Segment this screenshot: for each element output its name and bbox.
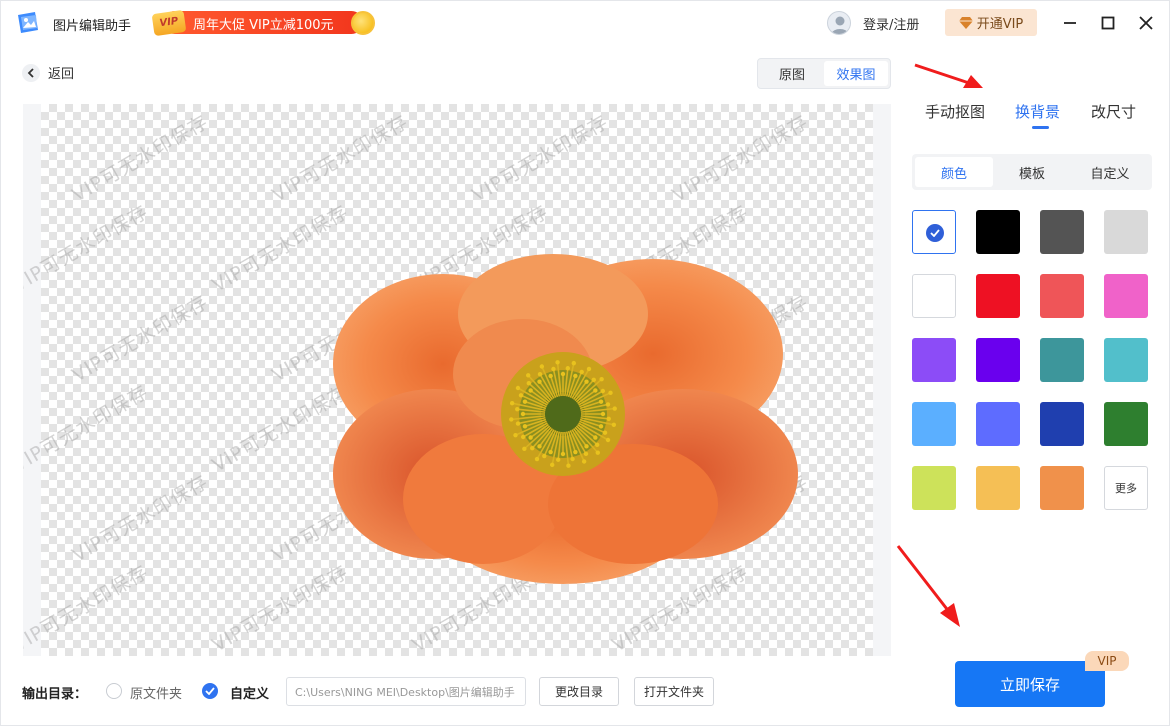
color-swatch[interactable] (912, 274, 956, 318)
view-result-tab[interactable]: 效果图 (824, 61, 888, 86)
tab-change-background[interactable]: 换背景 (1015, 101, 1060, 122)
back-button[interactable]: 返回 (22, 63, 74, 82)
maximize-icon (1101, 16, 1115, 30)
view-original-tab[interactable]: 原图 (760, 61, 824, 86)
arrow-annotation-icon (896, 545, 960, 627)
back-label: 返回 (48, 67, 75, 82)
check-icon (205, 687, 215, 695)
tab-manual-cutout[interactable]: 手动抠图 (925, 101, 985, 122)
radio-original-folder[interactable] (106, 683, 122, 699)
promo-banner[interactable]: VIP 周年大促 VIP立减100元 (151, 9, 375, 37)
maximize-button[interactable] (1096, 11, 1120, 35)
background-subtabs: 颜色 模板 自定义 (912, 154, 1152, 190)
title-bar: 图片编辑助手 VIP 周年大促 VIP立减100元 登录/注册 开通VIP (1, 1, 1170, 45)
close-icon (1139, 16, 1153, 30)
minimize-button[interactable] (1058, 11, 1082, 35)
color-swatch[interactable] (976, 210, 1020, 254)
color-swatch[interactable] (976, 338, 1020, 382)
app-logo-icon (18, 12, 38, 33)
color-swatch[interactable] (1104, 274, 1148, 318)
app-window: 图片编辑助手 VIP 周年大促 VIP立减100元 登录/注册 开通VIP 返回… (0, 0, 1170, 726)
subtab-template[interactable]: 模板 (993, 157, 1071, 187)
radio-custom-folder[interactable] (202, 683, 218, 699)
color-swatch[interactable] (912, 402, 956, 446)
color-swatch[interactable] (976, 466, 1020, 510)
save-vip-badge: VIP (1085, 651, 1129, 671)
open-vip-button[interactable]: 开通VIP (945, 9, 1037, 36)
subtab-color[interactable]: 颜色 (915, 157, 993, 187)
color-swatch[interactable] (1040, 274, 1084, 318)
color-swatch[interactable] (912, 466, 956, 510)
color-swatch[interactable] (1104, 402, 1148, 446)
color-swatch[interactable] (1040, 402, 1084, 446)
more-colors-button[interactable]: 更多 (1104, 466, 1148, 510)
color-swatch[interactable] (976, 402, 1020, 446)
chevron-left-icon (22, 63, 40, 82)
diamond-icon (958, 16, 973, 29)
color-swatch[interactable] (912, 210, 956, 254)
change-dir-button[interactable]: 更改目录 (539, 677, 619, 706)
output-dir-label: 输出目录： (22, 687, 88, 702)
coin-icon (351, 11, 375, 35)
tab-resize[interactable]: 改尺寸 (1091, 101, 1136, 122)
open-folder-button[interactable]: 打开文件夹 (634, 677, 714, 706)
image-canvas[interactable]: VIP可无水印保存 VIP可无水印保存 VIP可无水印保存 VIP可无水印保存 VIP可… (23, 104, 891, 656)
subtab-custom[interactable]: 自定义 (1071, 157, 1149, 187)
user-avatar-icon[interactable] (827, 11, 851, 35)
open-vip-label: 开通VIP (976, 17, 1024, 32)
radio-original-folder-label: 原文件夹 (130, 687, 183, 702)
color-swatch[interactable] (1040, 466, 1084, 510)
app-title: 图片编辑助手 (53, 19, 132, 34)
arrow-annotation-icon (914, 63, 983, 88)
color-swatch[interactable] (912, 338, 956, 382)
view-toggle: 原图 效果图 (757, 58, 891, 89)
color-swatch[interactable] (1040, 210, 1084, 254)
check-icon (926, 224, 944, 242)
login-link[interactable]: 登录/注册 (863, 14, 919, 33)
promo-text: 周年大促 VIP立减100元 (193, 18, 334, 33)
color-swatch[interactable] (1104, 210, 1148, 254)
promo-vip-badge: VIP (151, 9, 187, 37)
color-swatch[interactable] (1104, 338, 1148, 382)
color-swatch[interactable] (976, 274, 1020, 318)
minimize-icon (1064, 22, 1076, 24)
output-path-field[interactable] (286, 677, 526, 706)
save-now-button[interactable]: 立即保存 (955, 661, 1105, 707)
color-swatch[interactable] (1040, 338, 1084, 382)
close-button[interactable] (1134, 11, 1158, 35)
radio-custom-folder-label: 自定义 (230, 687, 270, 702)
active-tab-indicator (1032, 126, 1049, 129)
flower-image (333, 254, 798, 584)
